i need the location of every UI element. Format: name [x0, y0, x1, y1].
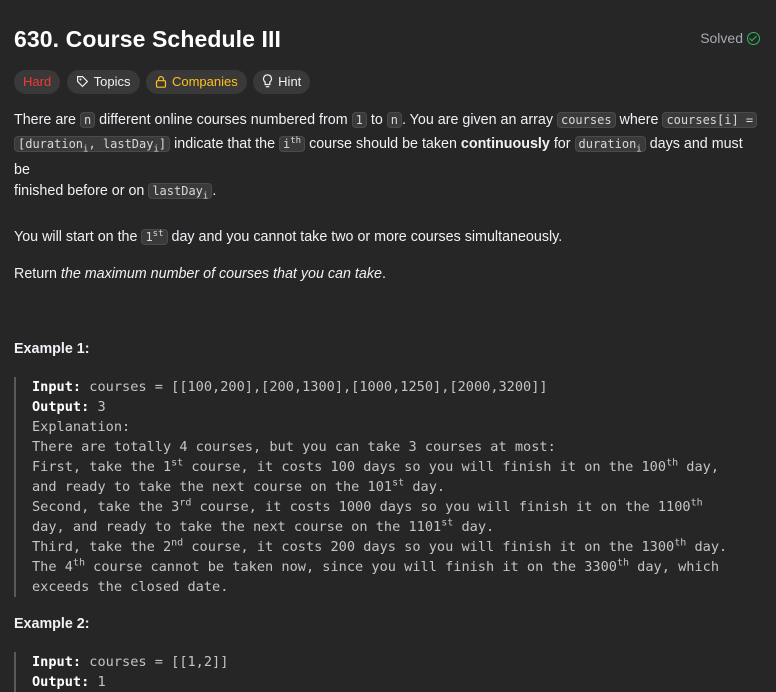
- check-circle-icon: [747, 32, 760, 45]
- example-2-title: Example 2:: [14, 615, 90, 632]
- tag-icon: [76, 76, 88, 88]
- example-1-block: Input: courses = [[100,200],[200,1300],[…: [14, 376, 762, 597]
- solved-label: Solved: [700, 30, 743, 46]
- description-paragraph-2: You will start on the 1st day and you ca…: [14, 228, 563, 245]
- hint-label: Hint: [278, 74, 302, 89]
- problem-title[interactable]: 630. Course Schedule III: [14, 26, 281, 53]
- topics-button[interactable]: Topics: [66, 70, 140, 94]
- description-content: There are n different online courses num…: [14, 110, 762, 692]
- description-paragraph-3: Return the maximum number of courses tha…: [14, 265, 386, 282]
- example-2-block: Input: courses = [[1,2]] Output: 1: [14, 651, 762, 692]
- difficulty-badge: Hard: [14, 70, 61, 94]
- lightbulb-icon: [263, 74, 273, 88]
- title-row: 630. Course Schedule III Solved: [14, 22, 762, 56]
- companies-label: Companies: [171, 74, 238, 89]
- tag-bar: Hard Topics Companies Hint: [14, 70, 312, 94]
- solved-status: Solved: [700, 30, 760, 46]
- topics-label: Topics: [93, 74, 131, 89]
- problem-description-panel: 630. Course Schedule III Solved Hard Top…: [14, 0, 762, 692]
- description-paragraph-1: There are n different online courses num…: [14, 110, 762, 208]
- example-1-title: Example 1:: [14, 340, 90, 357]
- lock-icon: [155, 76, 167, 88]
- companies-button[interactable]: Companies: [145, 70, 247, 94]
- hint-button[interactable]: Hint: [253, 70, 311, 94]
